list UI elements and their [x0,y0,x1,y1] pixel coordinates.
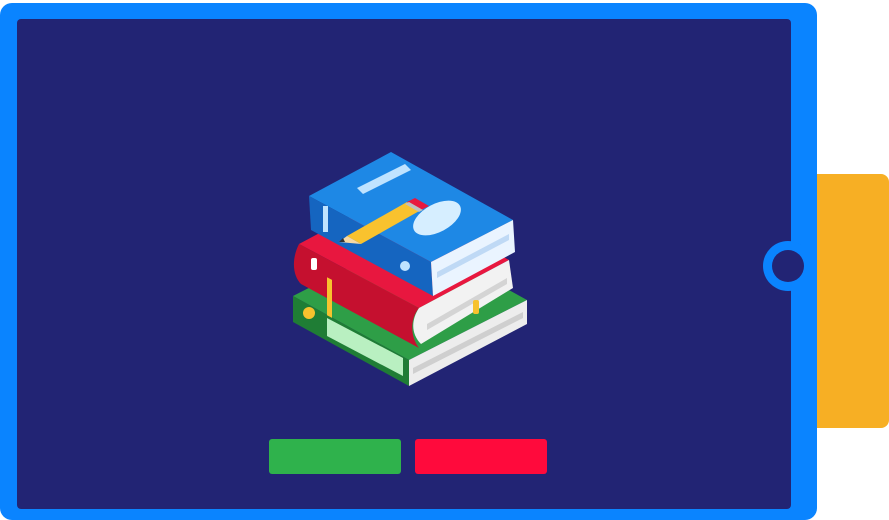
home-button[interactable] [763,241,813,291]
confirm-button[interactable] [269,439,401,474]
cancel-button[interactable] [415,439,547,474]
stage [0,0,889,520]
stack-of-books-with-pencil-icon [293,152,527,386]
home-button-center [772,250,804,282]
